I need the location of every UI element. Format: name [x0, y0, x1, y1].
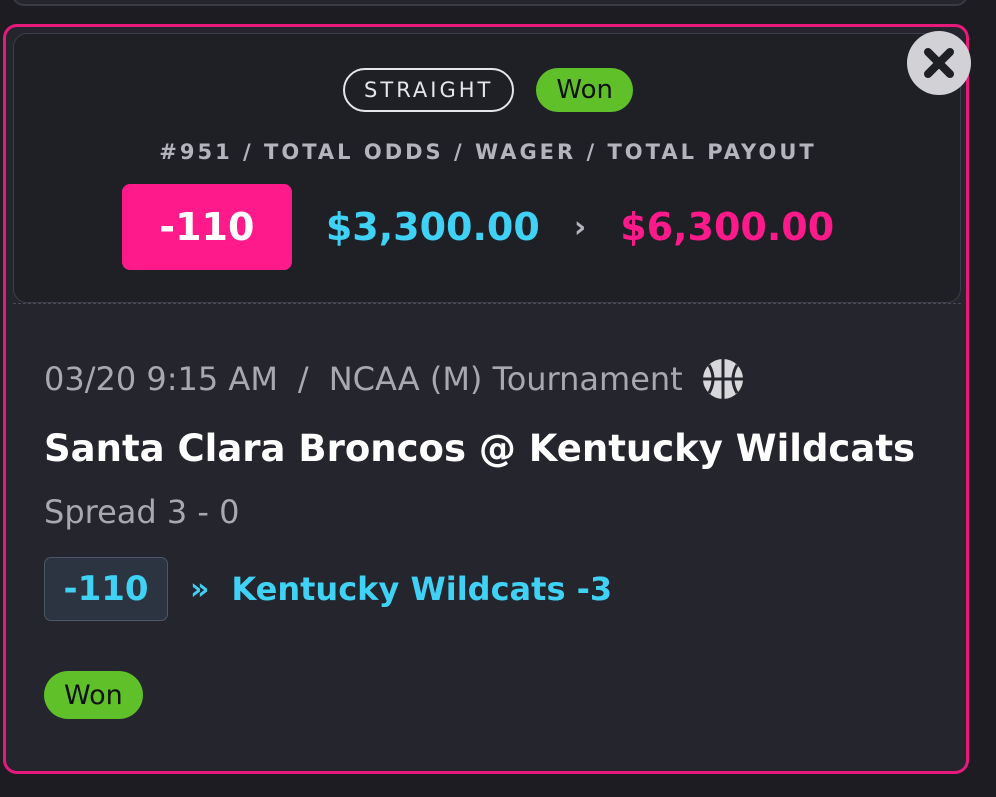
total-payout: $6,300.00 [620, 205, 835, 249]
event-meta: 03/20 9:15 AM / NCAA (M) Tournament [44, 357, 745, 401]
pick-odds: -110 [44, 557, 168, 621]
badge-row: STRAIGHT Won [14, 68, 962, 112]
basketball-icon [701, 357, 745, 401]
leg-status-badge: Won [44, 671, 143, 719]
total-odds: -110 [121, 184, 292, 270]
close-button[interactable] [907, 31, 971, 95]
previous-card-edge [12, 0, 968, 6]
section-divider [13, 303, 961, 304]
meta-separator: / [297, 360, 309, 398]
matchup-title: Santa Clara Broncos @ Kentucky Wildcats [44, 427, 916, 470]
league-name: NCAA (M) Tournament [328, 360, 683, 398]
totals-row: -110 $3,300.00 › $6,300.00 [14, 184, 962, 270]
summary-header: #951 / TOTAL ODDS / WAGER / TOTAL PAYOUT [159, 140, 817, 164]
pick-row: -110 » Kentucky Wildcats -3 [44, 557, 612, 621]
wager-amount: $3,300.00 [325, 205, 540, 249]
event-datetime: 03/20 9:15 AM [44, 360, 278, 398]
double-chevron-icon: » [190, 571, 210, 607]
bet-card: STRAIGHT Won #951 / TOTAL ODDS / WAGER /… [3, 24, 971, 774]
bet-status-badge: Won [536, 68, 633, 112]
chevron-right-icon: › [573, 209, 587, 245]
bet-summary: STRAIGHT Won #951 / TOTAL ODDS / WAGER /… [13, 33, 961, 303]
bet-type-badge: STRAIGHT [343, 68, 515, 112]
close-icon [924, 48, 954, 78]
market-label: Spread 3 - 0 [44, 493, 240, 531]
pick-selection: Kentucky Wildcats -3 [231, 570, 613, 608]
